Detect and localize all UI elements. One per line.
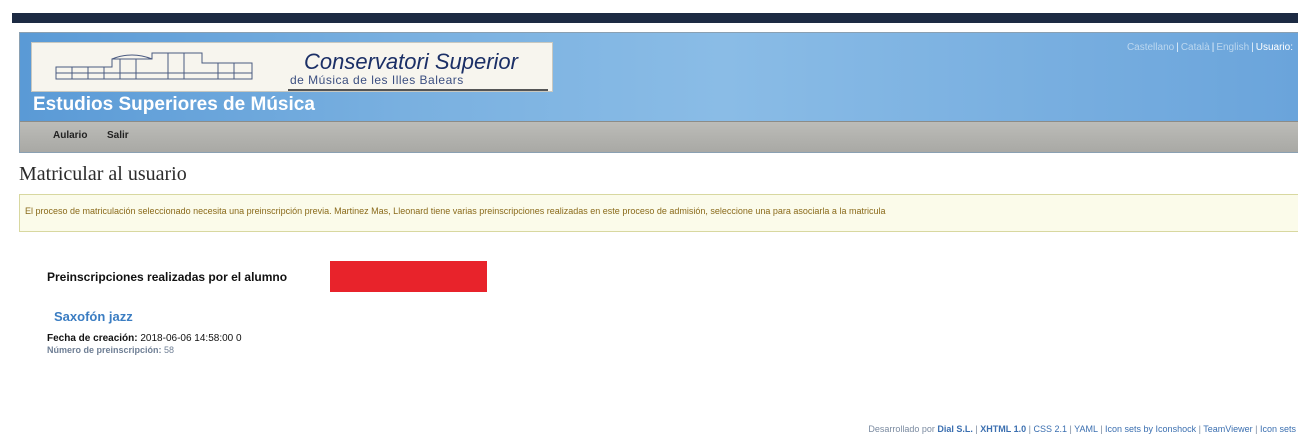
footer: Desarrollado por Dial S.L. | XHTML 1.0 |… <box>868 424 1296 434</box>
nav-separator: | <box>1251 42 1254 53</box>
top-dark-bar <box>12 13 1298 23</box>
menu-item-aulario[interactable]: Aulario <box>53 130 87 141</box>
footer-link-yaml[interactable]: YAML <box>1074 424 1098 434</box>
notice-text: El proceso de matriculación seleccionado… <box>25 206 886 216</box>
creation-date-row: Fecha de creación: 2018-06-06 14:58:00 0 <box>47 333 242 344</box>
footer-link-iconshock[interactable]: Icon sets by Iconshock <box>1105 424 1196 434</box>
logo-subtitle: de Música de les Illes Balears <box>290 73 464 87</box>
footer-link-css[interactable]: CSS 2.1 <box>1033 424 1067 434</box>
footer-link-iconsets[interactable]: Icon sets <box>1260 424 1296 434</box>
top-nav: Castellano | Català | English | Usuario: <box>1127 42 1293 53</box>
lang-castellano-link[interactable]: Castellano <box>1127 42 1174 53</box>
page-title: Matricular al usuario <box>19 163 187 185</box>
preinscription-number-label: Número de preinscripción: <box>47 345 162 355</box>
footer-prefix: Desarrollado por <box>868 424 935 434</box>
menu-item-salir[interactable]: Salir <box>107 130 129 141</box>
nav-separator: | <box>1176 42 1179 53</box>
main-menu-bar: Aulario Salir <box>20 121 1298 152</box>
site-header: Conservatori Superior de Música de les I… <box>19 32 1298 153</box>
preinscription-number-value: 58 <box>164 345 175 355</box>
nav-separator: | <box>1211 42 1215 53</box>
lang-english-link[interactable]: English <box>1216 42 1249 53</box>
footer-link-xhtml[interactable]: XHTML 1.0 <box>980 424 1026 434</box>
creation-date-value: 2018-06-06 14:58:00 0 <box>140 333 242 344</box>
user-label: Usuario: <box>1255 42 1293 53</box>
lang-catala-link[interactable]: Català <box>1181 42 1210 53</box>
footer-link-dial[interactable]: Dial S.L. <box>937 424 973 434</box>
preinscriptions-heading: Preinscripciones realizadas por el alumn… <box>47 270 288 284</box>
footer-link-teamviewer[interactable]: TeamViewer <box>1203 424 1252 434</box>
logo-title: Conservatori Superior <box>304 49 518 74</box>
preinscription-number-row: Número de preinscripción: 58 <box>47 345 174 355</box>
building-logo-icon <box>55 52 253 80</box>
creation-date-label: Fecha de creación: <box>47 333 138 344</box>
preinscription-link[interactable]: Saxofón jazz <box>54 309 133 324</box>
student-name-redaction <box>330 261 487 292</box>
site-title: Estudios Superiores de Música <box>33 94 315 115</box>
conservatory-logo[interactable]: Conservatori Superior de Música de les I… <box>31 42 553 92</box>
logo-underline <box>288 89 548 91</box>
notice-box: El proceso de matriculación seleccionado… <box>19 194 1298 232</box>
